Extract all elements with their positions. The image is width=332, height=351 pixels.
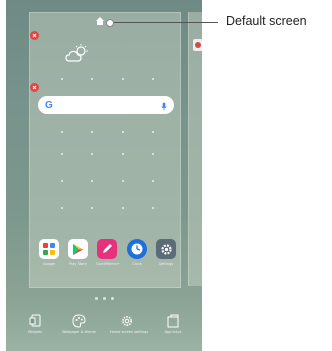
grid-dot [122,78,124,80]
gear-icon [122,316,132,326]
page-dot [103,297,106,300]
grid-dot [122,131,124,133]
app-label: QuickMemo+ [96,262,120,266]
next-page-preview[interactable] [188,12,202,286]
grid-dot [122,153,124,155]
home-screen-edit-mode: G Google Play Store QuickMemo+ Clock Set… [6,0,202,351]
page-indicator[interactable] [95,297,114,300]
grid-dot [91,153,93,155]
app-label: Settings [158,262,174,266]
tool-label: Home screen settings [110,330,149,334]
callout-dot [106,19,114,27]
page-dot [95,297,98,300]
app-trays-button[interactable]: App trays [156,314,190,334]
grid-dot [61,131,63,133]
grid-dot [61,153,63,155]
default-screen-callout: Default screen [226,14,307,28]
grid-dot [91,131,93,133]
tool-label: Widgets [27,330,43,334]
widgets-button[interactable]: Widgets [18,314,52,334]
app-clock[interactable]: Clock [126,239,148,266]
app-play-store[interactable]: Play Store [67,239,89,266]
cloud-sun-icon[interactable] [64,43,90,69]
google-search-widget[interactable]: G [38,96,174,114]
grid-dot [152,207,154,209]
callout-line [110,22,218,23]
palette-icon [72,314,86,328]
widgets-icon [29,314,41,327]
page-dot [111,297,114,300]
home-screen-settings-button[interactable]: Home screen settings [110,314,149,334]
app-quickmemo[interactable]: QuickMemo+ [96,239,120,266]
grid-dot [122,207,124,209]
clock-icon [127,239,147,259]
grid-dot [61,78,63,80]
app-settings[interactable]: Settings [155,239,177,266]
app-google[interactable]: Google [38,239,60,266]
grid-dot [122,180,124,182]
grid-dot [152,78,154,80]
next-page-app-icon [193,39,202,51]
grid-dot [152,180,154,182]
grid-dot [152,131,154,133]
app-tray-icon [167,314,179,328]
settings-icon [156,239,176,259]
play-store-icon [68,239,88,259]
remove-widget-icon[interactable] [30,83,39,92]
app-label: Google [42,262,56,266]
app-row: Google Play Store QuickMemo+ Clock Setti… [38,239,178,275]
tool-label: App trays [164,330,182,334]
default-home-icon[interactable] [94,15,106,27]
google-folder-icon [39,239,59,259]
grid-dot [91,78,93,80]
wallpaper-theme-button[interactable]: Wallpaper & theme [62,314,96,334]
grid-dot [61,180,63,182]
remove-page-icon[interactable] [30,31,39,40]
tool-label: Wallpaper & theme [62,330,96,334]
quickmemo-icon [97,239,117,259]
app-label: Clock [132,262,142,266]
grid-dot [61,207,63,209]
google-logo: G [45,99,53,111]
grid-dot [91,180,93,182]
grid-dot [91,207,93,209]
mic-icon[interactable] [161,96,167,115]
grid-dot [152,153,154,155]
app-label: Play Store [69,262,87,266]
